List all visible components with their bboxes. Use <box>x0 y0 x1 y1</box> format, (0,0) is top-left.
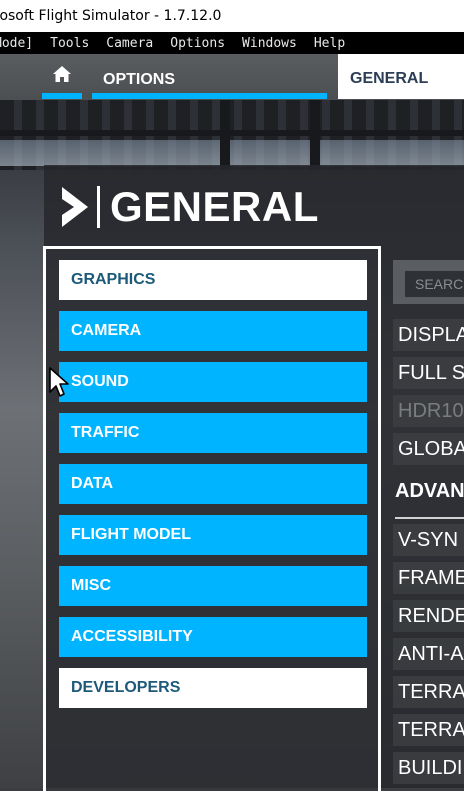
category-label: CAMERA <box>71 322 142 339</box>
title-divider <box>97 186 100 228</box>
section-title: GENERAL <box>110 183 319 230</box>
category-camera[interactable]: CAMERA <box>59 311 367 351</box>
setting-row-vsync[interactable]: V-SYN <box>393 524 464 556</box>
hangar-beam <box>0 130 464 136</box>
window-title-bar: rosoft Flight Simulator - 1.7.12.0 <box>0 0 464 32</box>
section-header: GENERAL <box>60 181 319 233</box>
home-button[interactable] <box>42 54 82 94</box>
home-tab-underline <box>42 93 82 99</box>
options-tab-underline <box>92 93 327 99</box>
category-label: ACCESSIBILITY <box>71 628 193 645</box>
hangar-window-strip <box>0 140 464 166</box>
setting-row-global[interactable]: GLOBA <box>393 433 464 465</box>
setting-row-hdr10: HDR10 <box>393 395 464 427</box>
category-label: MISC <box>71 577 111 594</box>
chevron-right-icon <box>62 187 88 227</box>
setting-label: FRAME <box>398 566 464 589</box>
mouse-cursor-icon <box>49 367 69 397</box>
menu-item-windows[interactable]: Windows <box>242 36 297 51</box>
setting-row-buildings[interactable]: BUILDI <box>393 752 464 784</box>
window-title: rosoft Flight Simulator - 1.7.12.0 <box>0 8 222 24</box>
setting-label: RENDE <box>398 604 464 627</box>
setting-label: GLOBA <box>398 437 464 460</box>
setting-row-terrain-2[interactable]: TERRA <box>393 714 464 746</box>
setting-row-frame-rate[interactable]: FRAME <box>393 562 464 594</box>
category-label: GRAPHICS <box>71 271 156 288</box>
category-label: DEVELOPERS <box>71 679 181 696</box>
search-box: SEARC <box>393 260 464 304</box>
top-navigation: OPTIONS GENERAL <box>0 54 464 100</box>
setting-row-display[interactable]: DISPLA <box>393 319 464 351</box>
setting-label: BUILDI <box>398 756 463 779</box>
setting-row-full-screen[interactable]: FULL S <box>393 357 464 389</box>
options-tab[interactable]: OPTIONS <box>103 71 175 89</box>
category-developers[interactable]: DEVELOPERS <box>59 668 367 708</box>
setting-label: FULL S <box>398 361 464 384</box>
home-icon <box>53 66 71 82</box>
category-sound[interactable]: SOUND <box>59 362 367 402</box>
setting-label: TERRA <box>398 680 464 703</box>
category-graphics[interactable]: GRAPHICS <box>59 260 367 300</box>
setting-label: V-SYN <box>398 528 459 551</box>
setting-row-terrain-1[interactable]: TERRA <box>393 676 464 708</box>
advanced-divider <box>395 517 464 519</box>
category-label: TRAFFIC <box>71 424 140 441</box>
category-label: SOUND <box>71 373 129 390</box>
setting-label: DISPLA <box>398 323 464 346</box>
category-flight-model[interactable]: FLIGHT MODEL <box>59 515 367 555</box>
menu-item-camera[interactable]: Camera <box>106 36 153 51</box>
general-tab[interactable]: GENERAL <box>338 54 464 99</box>
category-traffic[interactable]: TRAFFIC <box>59 413 367 453</box>
general-tab-label: GENERAL <box>350 70 429 87</box>
category-data[interactable]: DATA <box>59 464 367 504</box>
setting-row-render-scaling[interactable]: RENDE <box>393 600 464 632</box>
menu-item-options[interactable]: Options <box>170 36 225 51</box>
category-accessibility[interactable]: ACCESSIBILITY <box>59 617 367 657</box>
search-input[interactable]: SEARC <box>405 271 464 297</box>
menu-item-tools[interactable]: Tools <box>50 36 89 51</box>
setting-label: HDR10 <box>398 399 464 422</box>
setting-label: ANTI-A <box>398 642 464 665</box>
menu-item-help[interactable]: Help <box>314 36 345 51</box>
dev-mode-menu-bar: Mode] Tools Camera Options Windows Help <box>0 32 464 54</box>
setting-row-anti-aliasing[interactable]: ANTI-A <box>393 638 464 670</box>
setting-label: TERRA <box>398 718 464 741</box>
category-label: FLIGHT MODEL <box>71 526 191 543</box>
advanced-section-header: ADVAN <box>395 480 464 502</box>
menu-item-mode[interactable]: Mode] <box>0 36 33 51</box>
category-label: DATA <box>71 475 114 492</box>
category-misc[interactable]: MISC <box>59 566 367 606</box>
